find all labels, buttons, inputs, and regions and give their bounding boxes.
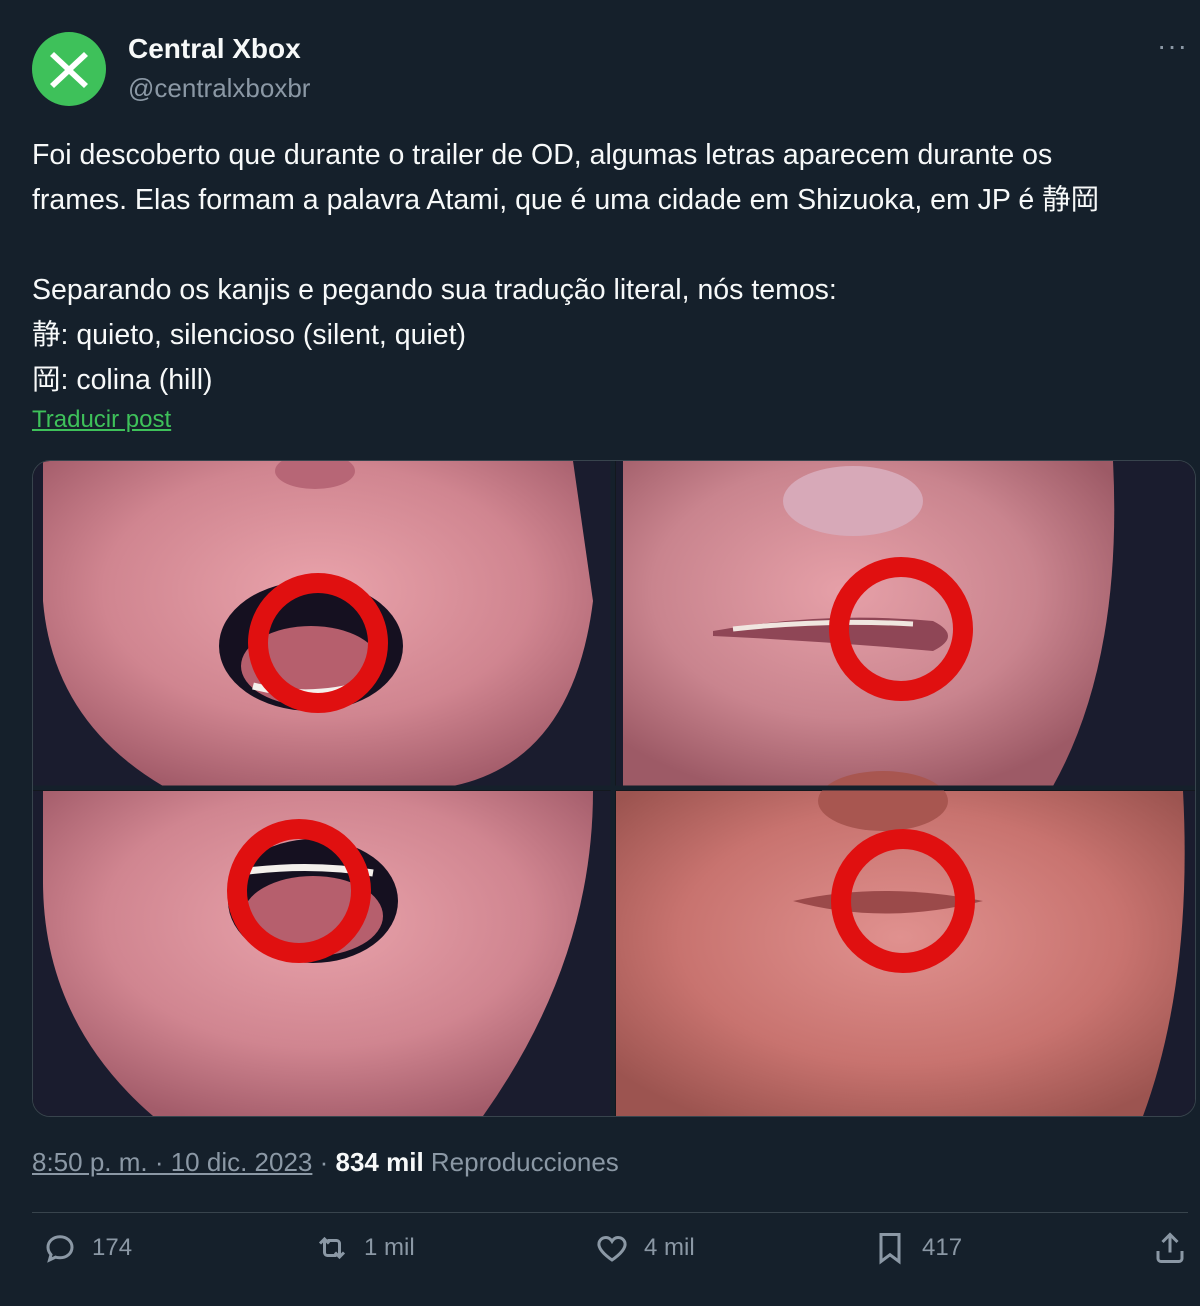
tweet-line: Separando os kanjis e pegando sua traduç…: [32, 274, 837, 306]
bookmark-button[interactable]: 417: [872, 1230, 962, 1266]
tweet-line-gap: [32, 223, 1192, 268]
tweet-text: Foi descoberto que durante o trailer de …: [32, 133, 1192, 403]
image-2[interactable]: [616, 461, 1195, 786]
share-button[interactable]: [1152, 1230, 1188, 1266]
reply-button[interactable]: 174: [42, 1230, 132, 1266]
image-4[interactable]: [616, 771, 1195, 1116]
reply-count: 174: [92, 1234, 133, 1261]
media-images: [33, 461, 1195, 1116]
translate-post-link[interactable]: Traducir post: [32, 406, 171, 434]
tweet-line: 静: quieto, silencioso (silent, quiet): [32, 319, 467, 351]
image-3[interactable]: [33, 791, 611, 1116]
retweet-button[interactable]: 1 mil: [314, 1230, 415, 1266]
tweet-line: 岡: colina (hill): [32, 364, 213, 396]
tweet-line: Foi descoberto que durante o trailer de …: [32, 139, 1053, 171]
more-options-icon[interactable]: ···: [1157, 30, 1188, 62]
heart-icon: [597, 1235, 627, 1262]
bookmark-count: 417: [922, 1234, 963, 1261]
xbox-x-icon: [50, 52, 88, 88]
share-icon: [1156, 1232, 1184, 1263]
reply-icon: [46, 1235, 74, 1263]
author-name[interactable]: Central Xbox: [128, 33, 301, 65]
action-bar: 174 1 mil 4 mil 417: [32, 1230, 1188, 1282]
meta-separator: ·: [312, 1147, 336, 1177]
avatar[interactable]: [32, 32, 106, 106]
like-button[interactable]: 4 mil: [594, 1230, 695, 1266]
views-label: Reproducciones: [430, 1147, 619, 1177]
author-handle[interactable]: @centralxboxbr: [128, 73, 310, 104]
views-count: 834 mil: [335, 1147, 424, 1177]
timestamp-link[interactable]: 8:50 p. m. · 10 dic. 2023: [32, 1147, 312, 1177]
image-1[interactable]: [33, 461, 611, 786]
like-count: 4 mil: [644, 1234, 695, 1261]
tweet-line: frames. Elas formam a palavra Atami, que…: [32, 184, 1100, 216]
media-grid[interactable]: [32, 460, 1196, 1117]
bookmark-icon: [879, 1233, 901, 1265]
retweet-count: 1 mil: [364, 1234, 415, 1261]
divider: [32, 1212, 1188, 1213]
retweet-icon: [318, 1236, 346, 1260]
tweet-meta: 8:50 p. m. · 10 dic. 2023 · 834 mil Repr…: [32, 1147, 619, 1178]
